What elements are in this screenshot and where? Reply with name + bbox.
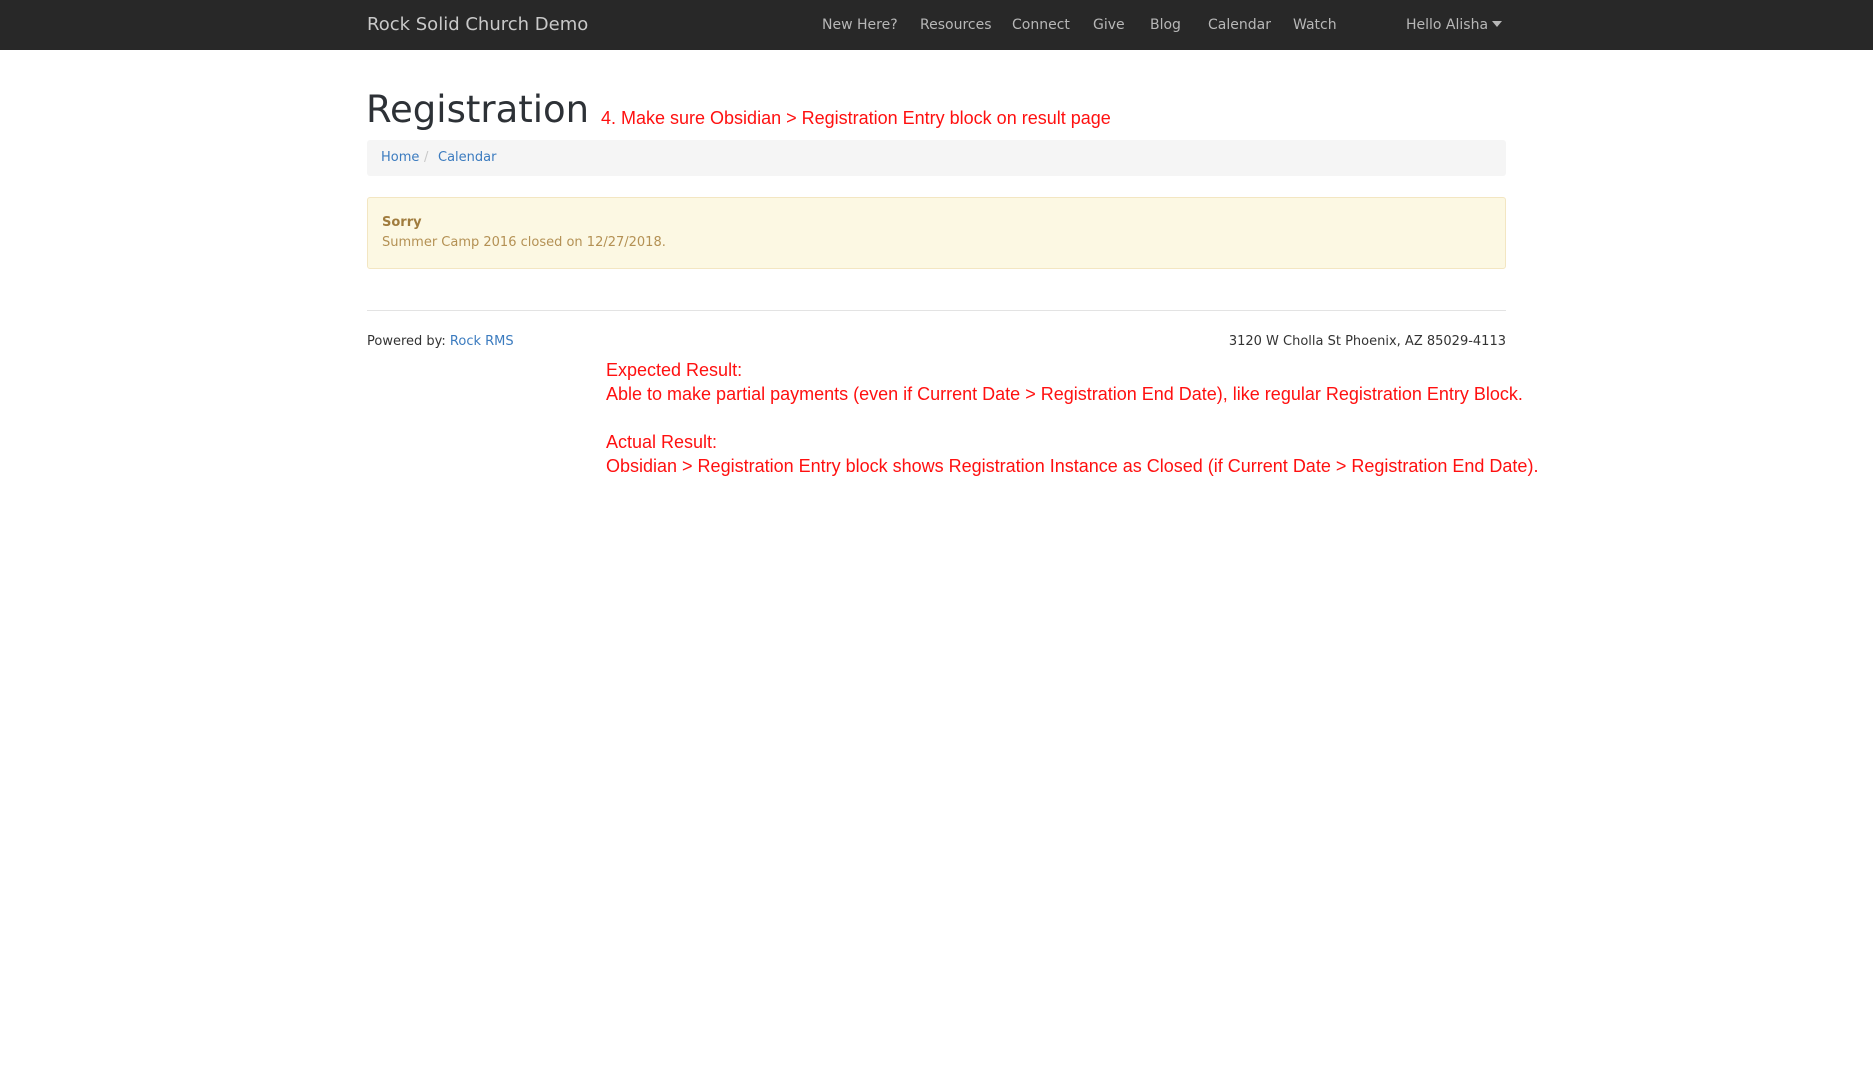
top-navbar: Rock Solid Church Demo New Here? Resourc… <box>0 0 1873 50</box>
annotation-step: 4. Make sure Obsidian > Registration Ent… <box>601 108 1111 128</box>
annotation-actual-label: Actual Result: <box>606 432 718 452</box>
user-menu[interactable]: Hello Alisha <box>1406 17 1503 33</box>
nav-item-watch[interactable]: Watch <box>1293 17 1337 33</box>
breadcrumb: Home / Calendar <box>367 140 1506 176</box>
footer-divider <box>367 310 1506 311</box>
breadcrumb-calendar[interactable]: Calendar <box>438 150 496 165</box>
annotation-expected-text: Able to make partial payments (even if C… <box>606 384 1523 404</box>
breadcrumb-home[interactable]: Home <box>381 150 419 165</box>
site-brand[interactable]: Rock Solid Church Demo <box>367 14 588 35</box>
alert-message: Summer Camp 2016 closed on 12/27/2018. <box>382 235 666 250</box>
rock-rms-link[interactable]: Rock RMS <box>450 334 514 349</box>
nav-item-blog[interactable]: Blog <box>1150 17 1181 33</box>
nav-item-connect[interactable]: Connect <box>1012 17 1070 33</box>
nav-item-new-here[interactable]: New Here? <box>822 17 898 33</box>
powered-by: Powered by: Rock RMS <box>367 334 514 349</box>
powered-by-label: Powered by: <box>367 334 446 349</box>
page-title: Registration <box>366 88 590 131</box>
nav-item-resources[interactable]: Resources <box>920 17 992 33</box>
user-greeting: Hello Alisha <box>1406 17 1489 33</box>
alert-title: Sorry <box>382 215 422 230</box>
annotation-actual-text: Obsidian > Registration Entry block show… <box>606 456 1539 476</box>
nav-item-calendar[interactable]: Calendar <box>1208 17 1271 33</box>
annotation-expected-label: Expected Result: <box>606 360 743 380</box>
caret-down-icon <box>1492 21 1503 27</box>
warning-alert: Sorry Summer Camp 2016 closed on 12/27/2… <box>367 197 1506 269</box>
breadcrumb-separator: / <box>424 150 429 165</box>
footer-address: 3120 W Cholla St Phoenix, AZ 85029-4113 <box>1228 334 1506 349</box>
nav-item-give[interactable]: Give <box>1093 17 1125 33</box>
